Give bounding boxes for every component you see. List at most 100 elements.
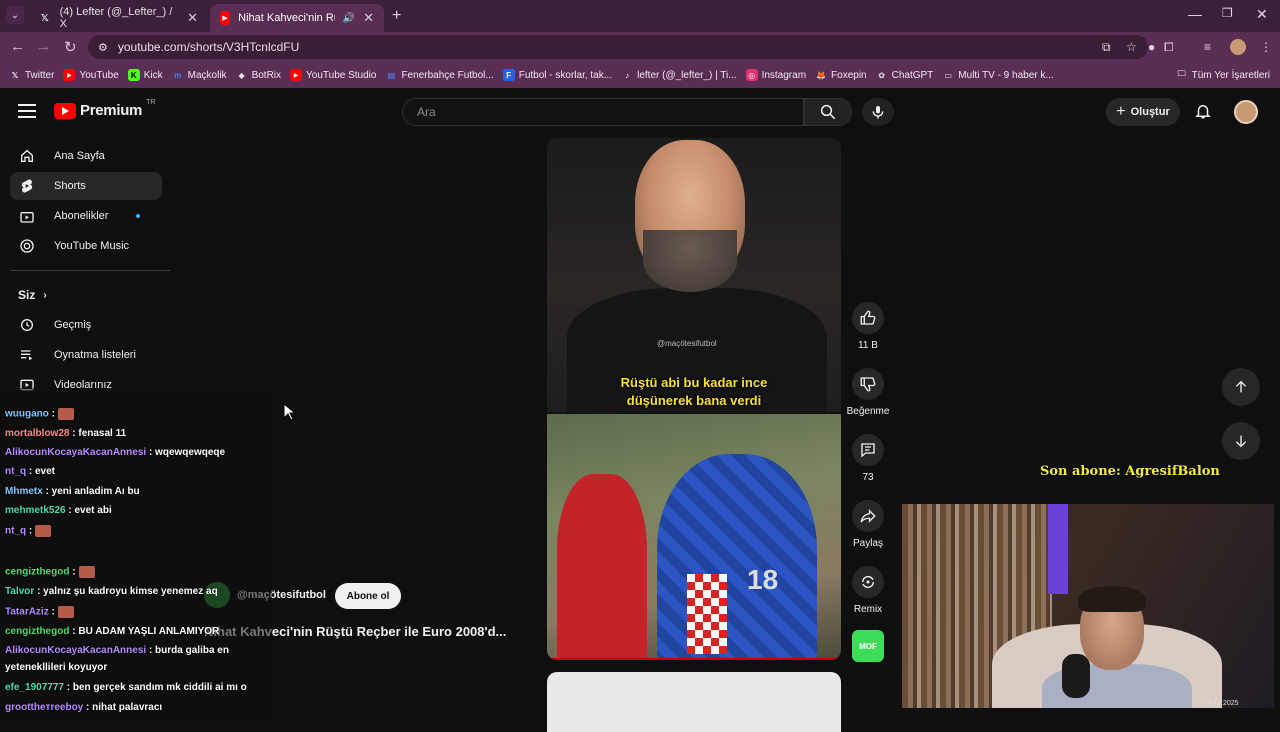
bookmark-foxepin[interactable]: 🦊 Foxepin — [815, 69, 867, 81]
bookmark-mackolik[interactable]: m Maçkolik — [172, 69, 226, 81]
sidebar-item-history[interactable]: Geçmiş — [10, 311, 162, 339]
profile-avatar[interactable] — [1230, 39, 1246, 55]
notifications-button[interactable] — [1194, 102, 1212, 125]
dislike-button[interactable]: Beğenme — [846, 368, 890, 417]
chat-username[interactable]: nt_q — [5, 466, 26, 477]
chat-username[interactable]: efe_1907777 — [5, 682, 64, 693]
comments-button[interactable]: 73 — [846, 434, 890, 483]
sidebar-item-home[interactable]: Ana Sayfa — [10, 142, 162, 170]
next-short-preview[interactable] — [547, 672, 841, 732]
tab-search-button[interactable]: ⌄ — [6, 6, 24, 24]
sidebar-section-you[interactable]: Siz › — [18, 288, 47, 302]
voice-search-button[interactable] — [862, 98, 894, 126]
chat-text: : — [51, 408, 56, 420]
bookmark-tiktok[interactable]: ♪ lefter (@_lefter_) | Ti... — [621, 69, 736, 81]
bookmark-star-icon[interactable]: ☆ — [1126, 40, 1137, 54]
remix-button[interactable]: Remix — [846, 566, 890, 615]
chat-username[interactable]: Mhmetx — [5, 486, 43, 497]
all-bookmarks-folder[interactable]: 🗀 Tüm Yer İşaretleri — [1176, 69, 1270, 81]
install-app-icon[interactable]: ⧉ — [1102, 40, 1111, 55]
minimize-icon[interactable]: — — [1188, 6, 1202, 22]
chat-text: : — [72, 566, 76, 578]
sidebar-item-youtube-music[interactable]: YouTube Music — [10, 232, 162, 260]
chat-text: : — [28, 525, 33, 537]
close-window-icon[interactable]: ✕ — [1256, 6, 1268, 23]
extension-dot-icon[interactable]: ● — [1148, 40, 1155, 54]
chat-username[interactable]: mortalblow28 — [5, 428, 69, 439]
mouse-cursor-icon — [283, 403, 295, 421]
chat-message: AlikocunKocayaKacanAnnesi : burda galiba… — [5, 645, 229, 656]
bookmark-multitv[interactable]: ▭ Multi TV - 9 haber k... — [942, 69, 1054, 81]
like-button[interactable]: 11 B — [846, 302, 890, 351]
bookmark-flashscore[interactable]: F Futbol - skorlar, tak... — [502, 69, 612, 81]
tab-twitter[interactable]: 𝕏 (4) Lefter (@_Lefter_) / X ✕ — [28, 4, 208, 32]
youtube-icon: ▶ — [220, 11, 231, 25]
create-button[interactable]: + Oluştur — [1106, 98, 1180, 126]
close-tab-icon[interactable]: ✕ — [187, 10, 198, 26]
back-icon[interactable]: ← — [10, 38, 25, 55]
botrix-icon: ◆ — [238, 70, 245, 80]
site-info-icon[interactable]: ⚙ — [98, 41, 108, 54]
chat-message: TatarAziz : — [5, 606, 74, 618]
folder-icon: 🗀 — [1177, 69, 1186, 78]
chatgpt-icon: ✿ — [878, 70, 885, 80]
chat-username[interactable]: wuugano — [5, 409, 49, 420]
chat-text: : — [51, 606, 55, 618]
sidebar-item-playlists[interactable]: Oynatma listeleri — [10, 341, 162, 369]
youtube-premium-logo[interactable]: Premium TR — [54, 99, 155, 119]
arrow-down-icon — [1235, 435, 1247, 448]
chat-message: mortalblow28 : fenasal 11 — [5, 428, 126, 439]
reload-icon[interactable]: ↻ — [64, 38, 77, 56]
bookmark-youtube[interactable]: ▶ YouTube — [63, 69, 119, 81]
media-control-icon[interactable]: ≡ — [1204, 40, 1211, 54]
video-caption: Rüştü abi bu kadar ince düşünerek bana v… — [620, 375, 768, 408]
sound-thumbnail[interactable]: MOF — [852, 630, 884, 662]
chat-username[interactable]: cengizthegod — [5, 626, 69, 637]
video-player-red-jersey — [557, 474, 647, 660]
bookmark-chatgpt[interactable]: ✿ ChatGPT — [876, 69, 933, 81]
close-tab-icon[interactable]: ✕ — [363, 10, 374, 26]
share-button[interactable]: Paylaş — [846, 500, 890, 549]
bookmark-youtube-studio[interactable]: ▶ YouTube Studio — [290, 69, 376, 81]
stream-date: 14.11.2025 — [1204, 700, 1239, 707]
audio-playing-icon[interactable]: 🔊 — [343, 13, 355, 24]
microphone-icon — [872, 106, 884, 119]
chat-username[interactable]: Talvor — [5, 586, 34, 597]
chat-username[interactable]: nt_q — [5, 526, 26, 537]
forward-icon[interactable]: → — [36, 38, 51, 55]
shorts-video-player[interactable]: @maçötesifutbol Rüştü abi bu kadar ince … — [547, 138, 841, 660]
tab-youtube-short[interactable]: ▶ Nihat Kahveci'nin Rüştü Re 🔊 ✕ — [210, 4, 384, 32]
sidebar-divider — [10, 270, 170, 271]
restore-icon[interactable]: ❐ — [1222, 6, 1233, 20]
next-short-button[interactable] — [1222, 422, 1260, 460]
chat-username[interactable]: AlikocunKocayaKacanAnnesi — [5, 447, 146, 458]
chat-username[interactable]: AlikocunKocayaKacanAnnesi — [5, 645, 146, 656]
account-avatar[interactable] — [1234, 100, 1258, 124]
extensions-icon[interactable]: ⧠ — [1164, 40, 1174, 55]
sidebar-item-shorts[interactable]: Shorts — [10, 172, 162, 200]
search-input[interactable]: Ara — [402, 98, 804, 126]
menu-icon[interactable] — [18, 104, 36, 118]
x-icon: 𝕏 — [40, 12, 49, 24]
chat-message: nt_q : — [5, 525, 52, 537]
subscribe-button[interactable]: Abone ol — [335, 583, 401, 609]
bookmark-fenerbahce[interactable]: ▤ Fenerbahçe Futbol... — [385, 69, 494, 81]
bookmark-instagram[interactable]: ◎ Instagram — [745, 69, 806, 81]
chat-username[interactable]: cengizthegod — [5, 567, 69, 578]
menu-kebab-icon[interactable]: ⋮ — [1260, 40, 1272, 54]
previous-short-button[interactable] — [1222, 368, 1260, 406]
chat-username[interactable]: mehmetk526 — [5, 505, 66, 516]
webcam-purple-light — [1048, 504, 1068, 594]
chat-username[interactable]: groottheтreeboy — [5, 702, 83, 713]
sidebar-item-subscriptions[interactable]: Abonelikler — [10, 202, 162, 230]
chat-message: cengizthegod : — [5, 566, 95, 578]
kick-icon: K — [127, 69, 140, 81]
bookmark-kick[interactable]: K Kick — [127, 69, 163, 81]
address-bar[interactable]: ⚙ youtube.com/shorts/V3HTcnlcdFU — [88, 35, 1148, 59]
bookmark-twitter[interactable]: 𝕏 Twitter — [9, 69, 55, 81]
video-progress-bar[interactable] — [547, 658, 841, 660]
bookmark-botrix[interactable]: ◆ BotRix — [236, 69, 281, 81]
chat-username[interactable]: TatarAziz — [5, 607, 49, 618]
search-button[interactable] — [804, 98, 852, 126]
new-tab-button[interactable]: + — [392, 7, 401, 25]
